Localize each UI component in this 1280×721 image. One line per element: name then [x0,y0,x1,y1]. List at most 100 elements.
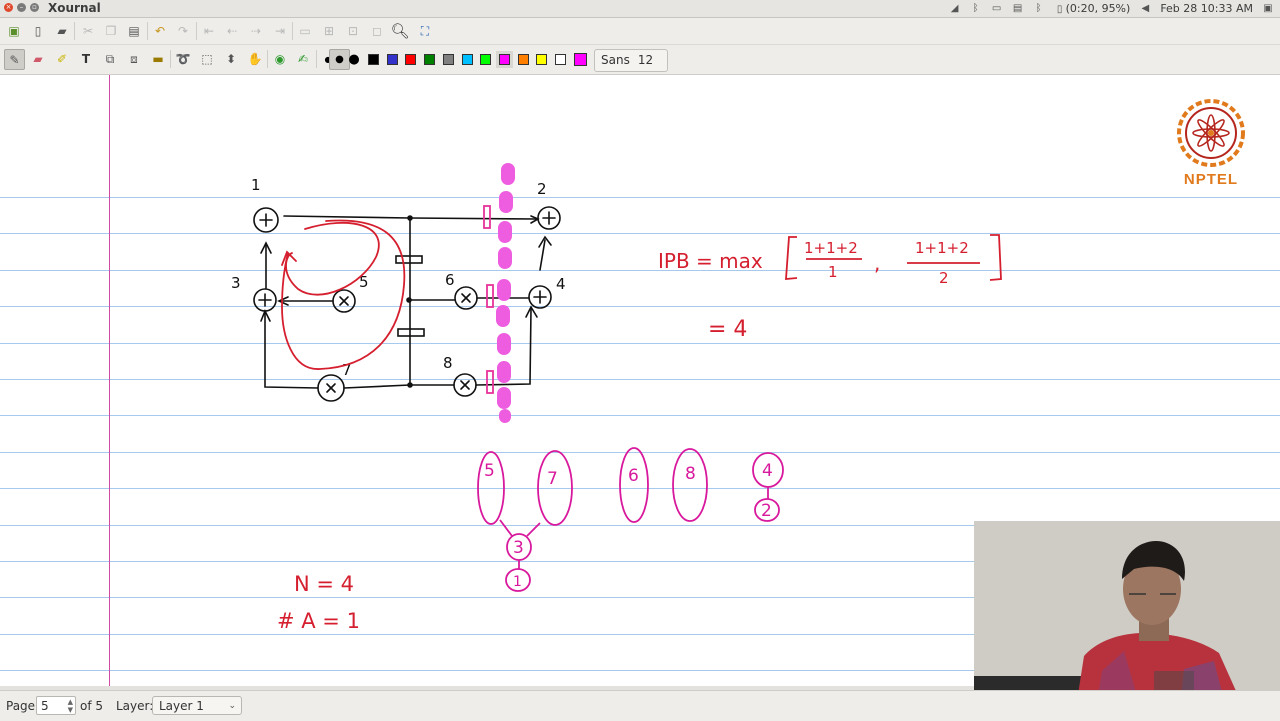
frac2-denominator: 2 [939,269,949,287]
previous-page-icon[interactable]: ⇠ [222,21,242,41]
maximize-icon[interactable]: ▫ [30,3,39,12]
redo-icon[interactable]: ↷ [173,21,193,41]
default-pen-icon[interactable]: ◉ [270,49,290,69]
color-swatch[interactable] [495,51,513,68]
tree-node-3: 3 [513,538,524,558]
highlighter-tool-icon[interactable]: ✐ [52,49,72,69]
color-swatch[interactable] [424,54,436,65]
close-icon[interactable]: × [4,3,13,12]
hand-tool-icon[interactable]: ✋ [245,49,265,69]
node-label-2: 2 [537,180,547,198]
eraser-tool-icon[interactable]: ▰ [28,49,48,69]
node-label-6: 6 [445,271,455,289]
ipb-result: = 4 [708,317,747,342]
a-equation: # A = 1 [277,609,360,633]
tree-node-4: 4 [762,461,773,481]
frac2-numerator: 1+1+2 [915,239,969,257]
layer-label: Layer: [116,699,154,713]
network-icon[interactable]: ◢ [949,3,961,14]
default-pen-settings-icon[interactable]: ✍ [293,49,313,69]
status-bar: Page 5 ▲ ▼ of 5 Layer: Layer 1 ⌄ [0,690,1280,721]
battery-text: (0:20, 95%) [1065,2,1131,15]
spin-arrows-icon[interactable]: ▲ ▼ [68,698,73,714]
zoom-in-icon[interactable]: ⊞ [319,21,339,41]
zoom-normal-icon[interactable]: ◻ [367,21,387,41]
paste-icon[interactable]: ▤ [124,21,144,41]
system-tray: ◢ ᛒ ▭ ▤ ᛒ ▯ (0:20, 95%) ◀ Feb 28 10:33 AM… [949,0,1280,17]
frac-separator: , [874,251,880,275]
session-menu-icon[interactable]: ▣ [1262,3,1274,14]
color-swatch[interactable] [517,54,529,65]
color-swatch[interactable] [555,54,566,65]
pen-tool-icon[interactable]: ✎ [4,49,25,70]
tree-node-7: 7 [547,469,558,489]
font-size: 12 [637,53,654,67]
tree-node-5: 5 [484,461,495,481]
lasso-select-icon[interactable]: ➰ [173,49,193,69]
title-bar: × – ▫ Xournal ◢ ᛒ ▭ ▤ ᛒ ▯ (0:20, 95%) ◀ F… [0,0,1280,18]
color-swatch[interactable] [442,54,454,65]
page-count: of 5 [80,699,104,713]
undo-icon[interactable]: ↶ [150,21,170,41]
node-label-8: 8 [443,354,453,372]
tree-node-6: 6 [628,466,639,486]
keyboard-layout-icon[interactable]: ▤ [1012,3,1024,14]
node-label-4: 4 [556,275,566,293]
layer-select[interactable]: Layer 1 ⌄ [152,696,242,715]
frac1-numerator: 1+1+2 [804,239,858,257]
page-number-value: 5 [41,699,49,713]
color-swatch[interactable] [480,54,492,65]
first-page-icon[interactable]: ⇤ [199,21,219,41]
battery-icon: ▯ [1056,4,1063,15]
ipb-label: IPB = max [658,249,763,273]
next-page-icon[interactable]: ⇢ [246,21,266,41]
color-swatch[interactable] [536,54,548,65]
save-icon[interactable]: ▣ [4,21,24,41]
copy-icon[interactable]: ❐ [101,21,121,41]
node-label-3: 3 [231,274,241,292]
open-folder-icon[interactable]: ▰ [52,21,72,41]
main-toolbar: ▣ ▯ ▰ ✂ ❐ ▤ ↶ ↷ ⇤ ⇠ ⇢ ⇥ ▭ ⊞ ⊡ ◻ 🔍︎ ⛶ [0,18,1280,45]
bluetooth-status-icon[interactable]: ᛒ [1033,3,1045,14]
tree-node-2: 2 [761,501,772,521]
font-name: Sans [601,53,630,67]
bluetooth-icon[interactable]: ᛒ [970,3,982,14]
image-tool-icon[interactable]: ⧉ [100,49,120,69]
chevron-down-icon: ⌄ [228,701,236,711]
layer-select-value: Layer 1 [159,699,204,713]
fullscreen-icon[interactable]: ⛶ [415,21,435,41]
zoom-out-icon[interactable]: ▭ [295,21,315,41]
current-color-indicator[interactable] [574,53,587,66]
font-selector[interactable]: Sans 12 [594,49,669,72]
color-swatch[interactable] [461,54,473,65]
page-label: Page [6,699,36,713]
n-equation: N = 4 [294,572,354,596]
cut-icon[interactable]: ✂ [78,21,98,41]
shape-recognizer-icon[interactable]: ⧈ [124,49,144,69]
node-label-1: 1 [251,176,261,194]
tree-node-8: 8 [685,464,696,484]
minimize-icon[interactable]: – [17,3,26,12]
zoom-page-width-icon[interactable]: ⊡ [343,21,363,41]
color-swatch[interactable] [405,54,417,65]
ruler-icon[interactable]: ▬ [148,49,168,69]
text-tool-icon[interactable]: T [76,49,96,69]
new-file-icon[interactable]: ▯ [28,21,48,41]
zoom-set-icon[interactable]: 🔍︎ [390,21,410,41]
color-swatch[interactable] [386,54,398,65]
tree-node-1: 1 [513,574,522,590]
app-title: Xournal [48,1,101,15]
tools-toolbar: ✎ ▰ ✐ T ⧉ ⧈ ▬ ➰ ⬚ ⬍ ✋ ◉ ✍ ● ● ● Sans 12 [0,45,1280,75]
window-controls: × – ▫ [4,3,39,12]
color-swatch[interactable] [368,54,379,65]
page-number-input[interactable]: 5 ▲ ▼ [36,696,76,715]
last-page-icon[interactable]: ⇥ [270,21,290,41]
thickness-thick-icon[interactable]: ● [344,49,364,69]
volume-icon[interactable]: ◀ [1139,3,1151,14]
frac1-denominator: 1 [828,263,838,281]
rect-select-icon[interactable]: ⬚ [197,49,217,69]
battery-status[interactable]: ▯ (0:20, 95%) [1054,2,1131,15]
clock[interactable]: Feb 28 10:33 AM [1160,2,1253,15]
vertical-space-icon[interactable]: ⬍ [221,49,241,69]
display-icon[interactable]: ▭ [991,3,1003,14]
